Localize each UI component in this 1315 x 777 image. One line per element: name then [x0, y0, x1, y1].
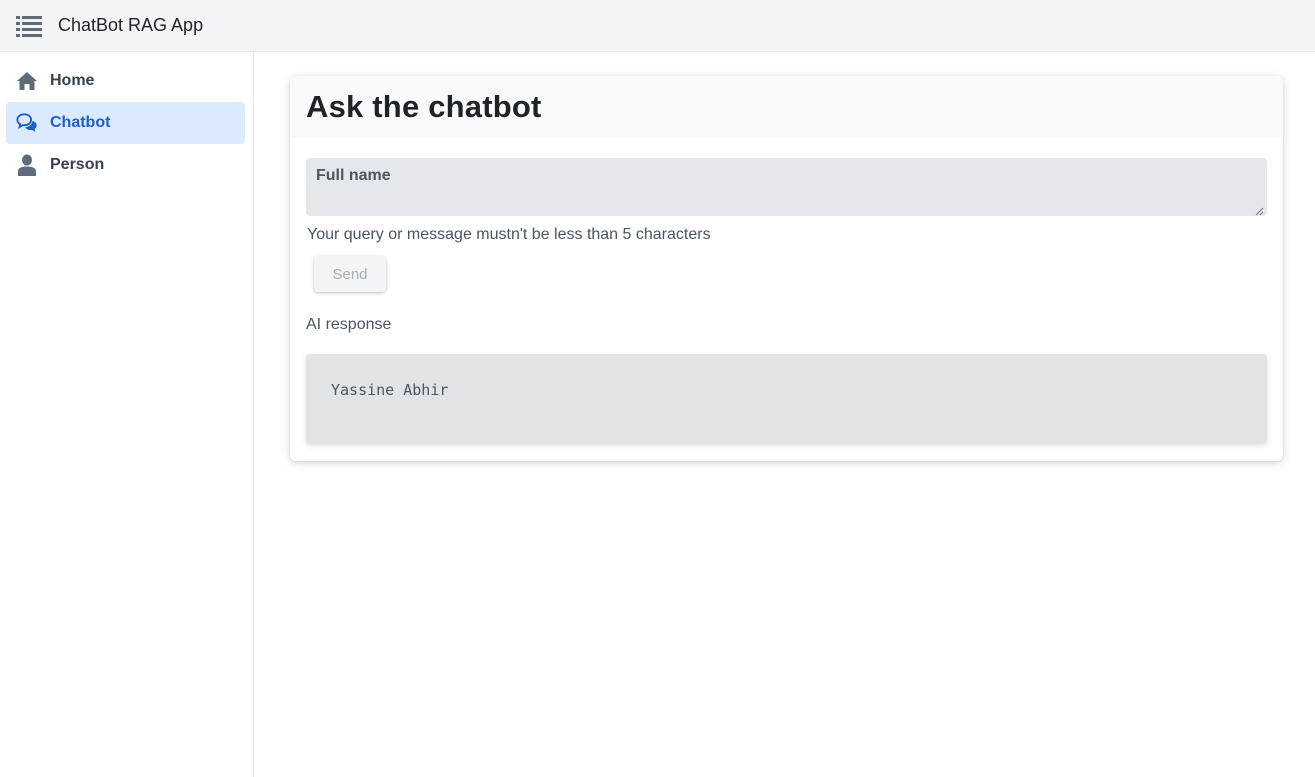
query-placeholder: Full name	[316, 167, 391, 184]
ai-response-text: Yassine Abhir	[331, 381, 449, 399]
validation-hint: Your query or message mustn't be less th…	[307, 226, 711, 243]
send-button[interactable]: Send	[314, 256, 386, 292]
sidebar-item-home[interactable]: Home	[6, 60, 245, 102]
sidebar-item-label: Chatbot	[50, 114, 111, 131]
home-icon	[16, 70, 38, 92]
sidebar-item-chatbot[interactable]: Chatbot	[6, 102, 245, 144]
sidebar-item-label: Person	[50, 156, 105, 173]
ai-response-box: Yassine Abhir	[306, 354, 1267, 444]
sidebar-item-person[interactable]: Person	[6, 144, 245, 186]
person-icon	[16, 154, 38, 176]
top-app-bar: ChatBot RAG App	[0, 0, 1315, 52]
list-menu-icon[interactable]	[15, 14, 43, 38]
chat-bubbles-icon	[16, 112, 38, 134]
query-textarea[interactable]: Full name	[306, 158, 1267, 216]
sidebar-item-label: Home	[50, 72, 95, 89]
resize-grip-icon[interactable]	[1255, 203, 1264, 216]
card-header: Ask the chatbot	[290, 76, 1283, 138]
sidebar: Home Chatbot Person	[0, 52, 254, 777]
page-title: Ask the chatbot	[306, 89, 542, 124]
chatbot-card: Ask the chatbot Full name Your query or …	[290, 76, 1283, 461]
app-title: ChatBot RAG App	[58, 15, 204, 35]
ai-response-label: AI response	[306, 316, 392, 333]
